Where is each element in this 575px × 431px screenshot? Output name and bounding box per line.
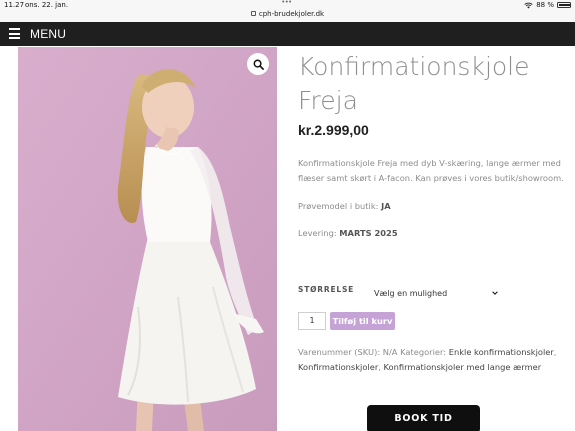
- hamburger-icon[interactable]: [9, 28, 20, 39]
- nav-bar: MENU: [0, 22, 575, 46]
- status-bar: 11.27 ons. 22. jan. ••• cph-brudekjoler.…: [0, 0, 575, 22]
- product-meta: Varenummer (SKU): N/A Kategorier: Enkle …: [298, 347, 557, 372]
- sku-label: Varenummer (SKU):: [298, 347, 381, 357]
- quantity-input[interactable]: 1: [298, 312, 326, 330]
- delivery-value: MARTS 2025: [339, 228, 398, 238]
- sample-label: Prøvemodel i butik:: [298, 201, 379, 211]
- address-bar[interactable]: cph-brudekjoler.dk: [0, 10, 575, 18]
- book-appointment-button[interactable]: BOOK TID: [367, 405, 480, 431]
- product-image[interactable]: [18, 47, 277, 431]
- status-date: ons. 22. jan.: [25, 1, 69, 9]
- delivery-label: Levering:: [298, 228, 337, 238]
- sample-model-line: Prøvemodel i butik: JA: [298, 201, 391, 211]
- search-icon: [253, 59, 264, 70]
- delivery-line: Levering: MARTS 2025: [298, 228, 398, 238]
- category-link-1[interactable]: Enkle konfirmationskjoler: [449, 347, 554, 357]
- wifi-icon: [524, 2, 533, 8]
- product-price: kr.2.999,00: [298, 122, 369, 138]
- battery-text: 88 %: [536, 1, 554, 9]
- battery-icon: [557, 2, 571, 8]
- status-time: 11.27: [4, 1, 25, 9]
- multitasking-dots-icon[interactable]: •••: [282, 0, 292, 6]
- dress-photo: [18, 47, 277, 431]
- product-title: Konfirmationskjole Freja: [298, 50, 568, 118]
- menu-button[interactable]: MENU: [30, 27, 66, 41]
- status-right: 88 %: [524, 1, 571, 9]
- zoom-button[interactable]: [247, 53, 269, 75]
- category-link-3[interactable]: Konfirmationskjoler med lange ærmer: [384, 362, 542, 372]
- size-select[interactable]: Vælg en mulighed: [374, 287, 499, 299]
- lock-icon: [250, 11, 256, 16]
- size-label: STØRRELSE: [298, 285, 355, 294]
- sku-value: N/A: [382, 347, 398, 357]
- category-link-2[interactable]: Konfirmationskjoler: [298, 362, 378, 372]
- url-text: cph-brudekjoler.dk: [258, 10, 325, 18]
- chevron-down-icon: [492, 291, 498, 295]
- product-description: Konfirmationskjole Freja med dyb V-skæri…: [298, 158, 564, 183]
- sample-value: JA: [381, 201, 391, 211]
- size-select-value: Vælg en mulighed: [374, 288, 448, 298]
- product-title-line2: Freja: [298, 86, 358, 115]
- categories-label: Kategorier:: [400, 347, 447, 357]
- product-title-line1: Konfirmationskjole: [298, 52, 530, 81]
- add-to-cart-button[interactable]: Tilføj til kurv: [330, 312, 395, 330]
